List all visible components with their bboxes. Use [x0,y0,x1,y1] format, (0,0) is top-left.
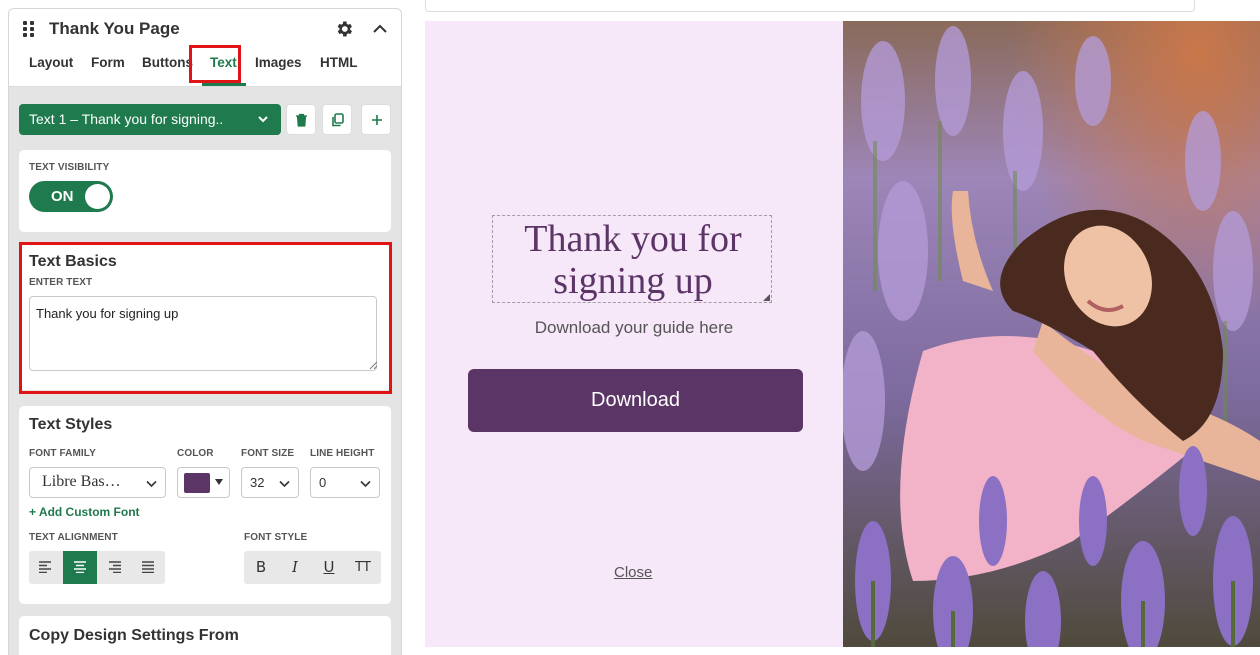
align-justify-button[interactable] [131,551,165,584]
chevron-down-icon [360,480,371,488]
toggle-knob [85,184,110,209]
tab-layout[interactable]: Layout [29,55,73,70]
line-height-value: 0 [319,475,327,490]
text-styles-card: Text Styles FONT FAMILY COLOR FONT SIZE … [19,406,391,604]
download-button[interactable]: Download [468,369,803,432]
visibility-toggle-label: ON [51,188,74,205]
plus-icon [372,115,382,125]
font-size-select[interactable]: 32 [241,467,299,498]
duplicate-text-button[interactable] [322,104,352,135]
text-element-select-value: Text 1 – Thank you for signing.. [29,111,224,127]
chevron-down-icon [279,480,290,488]
chevron-down-icon [146,480,157,488]
tab-html[interactable]: HTML [320,55,358,70]
align-left-icon [39,561,51,573]
uppercase-button[interactable]: TT [346,551,380,584]
font-size-value: 32 [250,475,265,490]
font-size-caption: FONT SIZE [241,448,295,459]
line-height-caption: LINE HEIGHT [310,448,375,459]
close-link[interactable]: Close [614,564,652,581]
text-visibility-caption: TEXT VISIBILITY [29,162,110,173]
align-center-button[interactable] [63,551,97,584]
collapse-chevron-icon[interactable] [370,19,390,39]
copy-icon [332,113,344,127]
delete-text-button[interactable] [286,104,316,135]
copy-design-card: Copy Design Settings From [19,616,391,655]
visibility-toggle[interactable]: ON [29,181,113,212]
align-right-icon [109,561,121,573]
align-center-icon [74,561,86,573]
font-style-caption: FONT STYLE [244,532,308,543]
gear-icon[interactable] [334,19,354,39]
highlight-text-tab [189,45,241,83]
tab-buttons[interactable]: Buttons [142,55,193,70]
italic-button[interactable]: I [278,551,312,584]
tab-form[interactable]: Form [91,55,125,70]
trash-icon [296,113,307,127]
text-visibility-card: TEXT VISIBILITY ON [19,150,391,232]
copy-design-title: Copy Design Settings From [29,627,239,644]
text-alignment-caption: TEXT ALIGNMENT [29,532,118,543]
text-styles-title: Text Styles [29,416,113,433]
align-justify-icon [142,561,154,573]
popup-preview: Thank you for signing up Download your g… [425,21,1260,647]
highlight-text-basics [19,242,392,394]
color-picker[interactable] [177,467,230,498]
chevron-down-icon [258,116,268,123]
preview-heading: Thank you for signing up [524,218,742,302]
align-left-button[interactable] [29,551,63,584]
add-text-button[interactable] [361,104,391,135]
font-style-group: B I U TT [244,551,381,584]
font-family-caption: FONT FAMILY [29,448,96,459]
panel-title: Thank You Page [49,19,180,38]
drag-handle-icon[interactable] [23,21,35,37]
text-alignment-group [29,551,165,584]
heading-text-box[interactable]: Thank you for signing up [492,215,772,303]
preview-subtext: Download your guide here [534,318,734,337]
text-element-select[interactable]: Text 1 – Thank you for signing.. [19,104,281,135]
align-right-button[interactable] [97,551,131,584]
font-family-value: Libre Bas… [42,473,121,490]
caret-down-icon [215,479,223,485]
add-custom-font-link[interactable]: + Add Custom Font [29,505,140,519]
bold-button[interactable]: B [244,551,278,584]
resize-handle-icon[interactable] [763,294,770,301]
lavender-field-photo [843,21,1260,647]
preview-toolbar-edge [425,0,1195,12]
underline-button[interactable]: U [312,551,346,584]
active-tab-indicator [202,83,246,86]
preview-content-pane: Thank you for signing up Download your g… [425,21,843,647]
color-swatch [184,473,210,493]
tab-images[interactable]: Images [255,55,302,70]
line-height-select[interactable]: 0 [310,467,380,498]
font-family-select[interactable]: Libre Bas… [29,467,166,498]
photo-illustration [843,21,1260,647]
color-caption: COLOR [177,448,214,459]
